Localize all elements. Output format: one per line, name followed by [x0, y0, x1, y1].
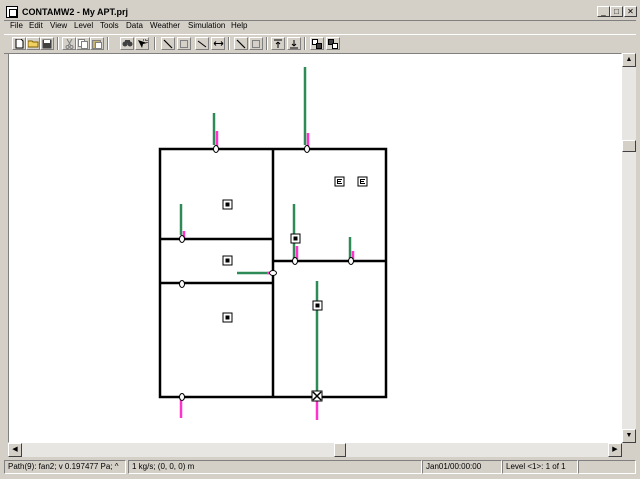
window-title: CONTAMW2 - My APT.prj	[22, 7, 128, 17]
status-bar: Path(9): fan2; v 0.197477 Pa; ^ 1 kg/s; …	[4, 459, 636, 475]
opening-marker[interactable]	[179, 393, 185, 401]
zone-icon[interactable]	[290, 233, 301, 244]
zone-icon[interactable]	[222, 312, 233, 323]
opening-marker[interactable]	[348, 257, 354, 265]
status-level: Level <1>: 1 of 1	[502, 460, 578, 474]
floor-plan	[158, 67, 388, 420]
arrow-left-icon: ◀	[12, 446, 18, 453]
status-empty	[578, 460, 636, 474]
menu-tools[interactable]: Tools	[100, 21, 119, 30]
scroll-right-button[interactable]: ▶	[608, 443, 622, 457]
select-button[interactable]	[135, 37, 149, 50]
find-button[interactable]	[120, 37, 134, 50]
scroll-up-button[interactable]: ▲	[622, 53, 636, 67]
toolbar	[4, 34, 636, 54]
menu-help[interactable]: Help	[231, 21, 247, 30]
menu-bar: File Edit View Level Tools Data Weather …	[4, 20, 636, 33]
close-button[interactable]: ✕	[624, 6, 637, 17]
horizontal-scroll-thumb[interactable]	[334, 443, 346, 457]
menu-data[interactable]: Data	[126, 21, 143, 30]
cut-button[interactable]	[62, 37, 76, 50]
vertical-scroll-thumb[interactable]	[622, 140, 636, 152]
flow-paths	[179, 67, 355, 420]
diagonal-line-icon	[197, 40, 207, 47]
draw-box-icon	[180, 39, 188, 48]
opening-marker[interactable]	[213, 145, 219, 153]
menu-weather[interactable]: Weather	[150, 21, 180, 30]
line-button[interactable]	[234, 37, 248, 50]
app-window: CONTAMW2 - My APT.prj _ □ ✕ File Edit Vi…	[0, 0, 640, 479]
draw-wall-icon	[163, 39, 173, 48]
menu-level[interactable]: Level	[74, 21, 93, 30]
scroll-corner	[622, 443, 636, 457]
zone-icon[interactable]	[222, 255, 233, 266]
horizontal-scrollbar[interactable]: ◀ ▶	[8, 443, 622, 457]
rectangle-button[interactable]	[249, 37, 263, 50]
zone-icon[interactable]	[312, 300, 323, 311]
view-icon-2	[328, 38, 338, 49]
status-path: Path(9): fan2; v 0.197477 Pa; ^	[4, 460, 126, 474]
title-bar[interactable]: CONTAMW2 - My APT.prj _ □ ✕	[4, 5, 637, 21]
scroll-left-button[interactable]: ◀	[8, 443, 22, 457]
copy-button[interactable]	[76, 37, 90, 50]
status-flow: 1 kg/s; (0, 0, 0) m	[128, 460, 422, 474]
zone-icon[interactable]	[222, 199, 233, 210]
new-button[interactable]	[12, 37, 26, 50]
opening-marker[interactable]	[179, 235, 185, 243]
save-button[interactable]	[40, 37, 54, 50]
menu-simulation[interactable]: Simulation	[188, 21, 225, 30]
paste-icon	[92, 39, 102, 49]
select-icon	[137, 39, 147, 48]
draw-box-button[interactable]	[177, 37, 191, 50]
save-icon	[42, 39, 52, 48]
arrow-right-icon: ▶	[612, 446, 618, 453]
arrow-down-icon: ▼	[625, 432, 633, 439]
cut-icon	[65, 38, 73, 49]
maximize-button[interactable]: □	[610, 6, 623, 17]
minimize-button[interactable]: _	[597, 6, 610, 17]
sketchpad[interactable]	[8, 53, 622, 443]
rectangle-icon	[252, 39, 260, 48]
level-down-icon	[290, 39, 298, 48]
opening-marker[interactable]	[292, 257, 298, 265]
opening-marker[interactable]	[179, 280, 185, 288]
line-icon	[236, 39, 246, 48]
level-up-icon	[274, 39, 282, 48]
menu-view[interactable]: View	[50, 21, 67, 30]
source-icon[interactable]	[334, 176, 345, 187]
source-icon[interactable]	[357, 176, 368, 187]
app-icon[interactable]	[6, 6, 18, 18]
view-icon-1	[312, 38, 322, 49]
menu-file[interactable]: File	[10, 21, 23, 30]
horizontal-arrow-icon	[213, 41, 223, 46]
diagonal-line-button[interactable]	[195, 37, 209, 50]
opening-marker[interactable]	[304, 145, 310, 153]
arrow-up-icon: ▲	[625, 56, 633, 63]
level-down-button[interactable]	[287, 37, 301, 50]
new-icon	[15, 38, 23, 48]
vertical-scrollbar[interactable]: ▲ ▼	[622, 53, 636, 443]
draw-wall-button[interactable]	[161, 37, 175, 50]
view-button-1[interactable]	[310, 37, 324, 50]
scroll-down-button[interactable]: ▼	[622, 429, 636, 443]
status-datetime: Jan01/00:00:00	[422, 460, 502, 474]
menu-edit[interactable]: Edit	[29, 21, 43, 30]
horizontal-arrow-button[interactable]	[211, 37, 225, 50]
maximize-icon: □	[614, 7, 619, 16]
find-icon	[122, 40, 132, 47]
view-button-2[interactable]	[326, 37, 340, 50]
close-icon: ✕	[627, 7, 634, 16]
minimize-icon: _	[601, 7, 606, 16]
opening-marker[interactable]	[269, 270, 277, 276]
level-up-button[interactable]	[271, 37, 285, 50]
open-button[interactable]	[26, 37, 40, 50]
copy-icon	[78, 38, 88, 49]
paste-button[interactable]	[90, 37, 104, 50]
open-icon	[27, 40, 38, 48]
fan-icon[interactable]	[311, 390, 323, 402]
